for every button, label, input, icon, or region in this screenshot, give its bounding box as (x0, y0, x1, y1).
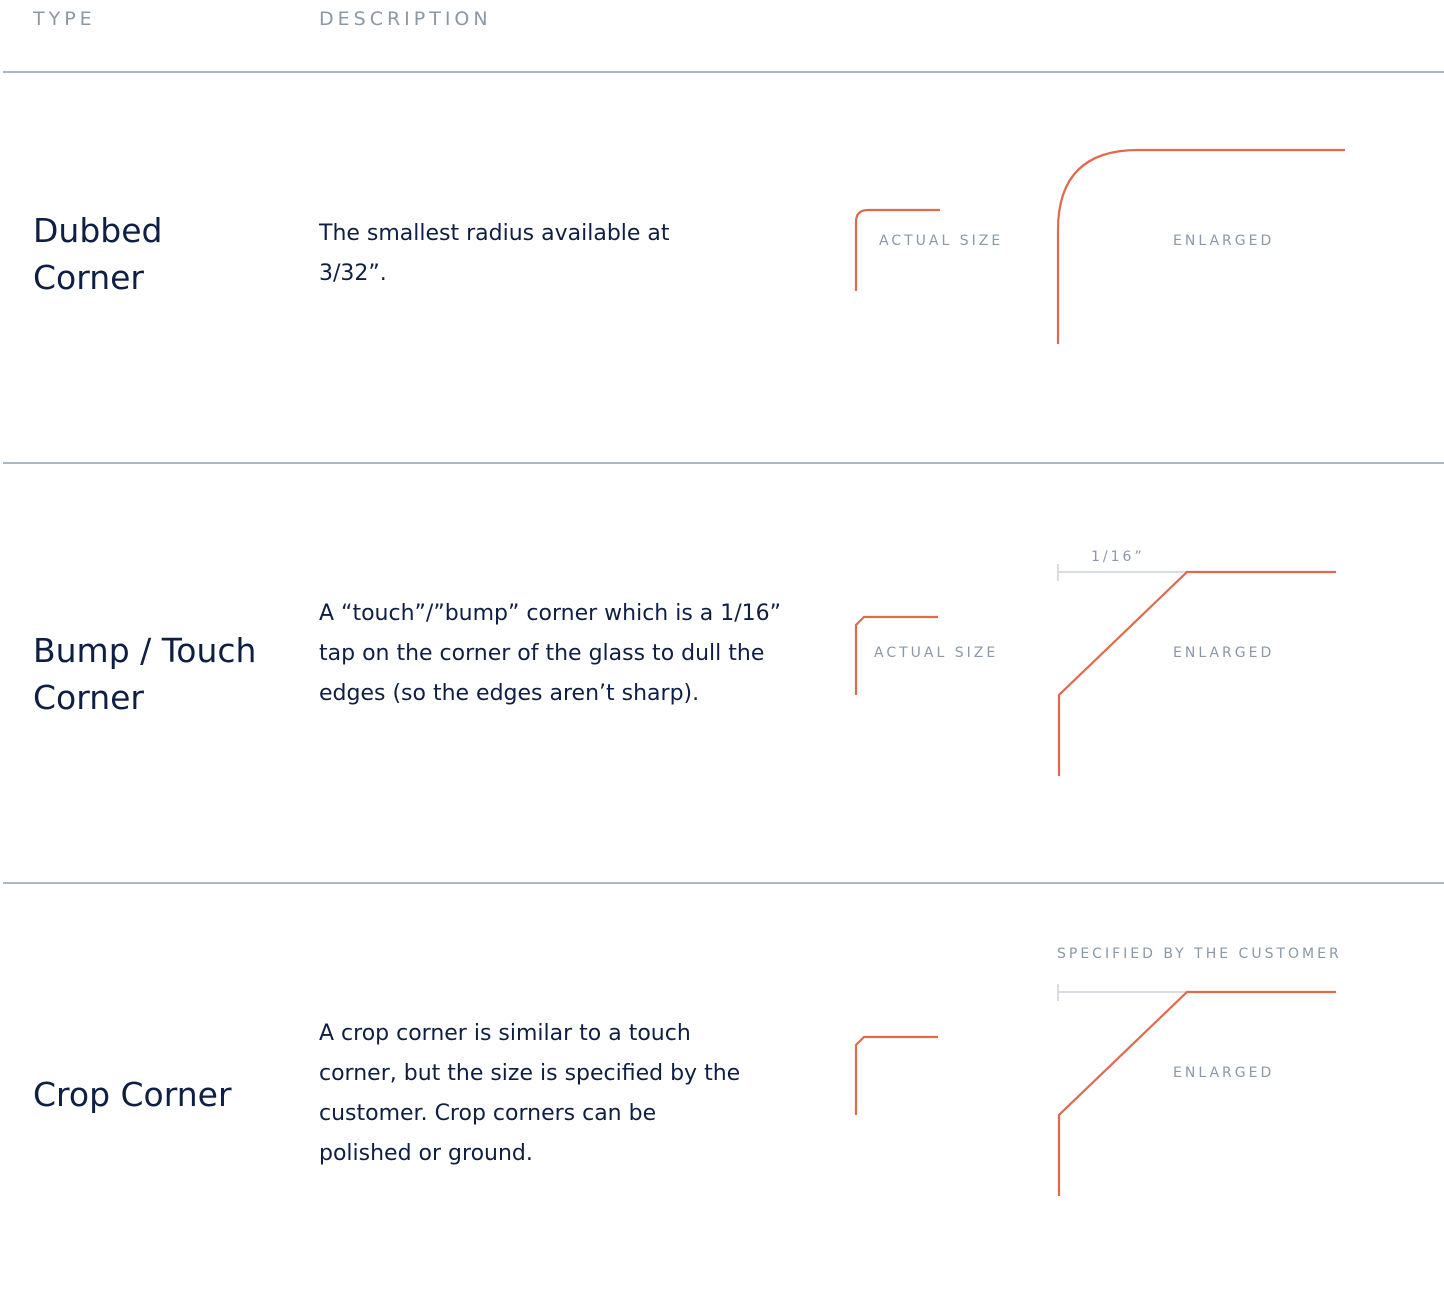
crop-dimension-line (1057, 984, 1187, 1001)
type-name-line-2: Corner (33, 258, 145, 297)
actual-size-label-bump: ACTUAL SIZE (874, 645, 999, 661)
crop-actual-size-corner (854, 1035, 938, 1115)
crop-enlarged-corner (1057, 990, 1336, 1196)
description-dubbed-corner: The smallest radius available at 3/32”. (319, 221, 670, 286)
actual-size-label-dubbed: ACTUAL SIZE (879, 233, 1004, 249)
type-name-line-2: Corner (33, 678, 145, 717)
description-bump-touch-corner: A “touch”/”bump” corner which is a 1/16”… (319, 601, 782, 706)
enlarged-label-crop: ENLARGED (1173, 1065, 1275, 1081)
divider-header (3, 71, 1444, 73)
column-header-type: TYPE (33, 8, 96, 30)
dimension-label-crop: SPECIFIED BY THE CUSTOMER (1057, 946, 1342, 962)
type-name-bump-touch-corner: Bump / Touch Corner (33, 627, 256, 721)
enlarged-label-dubbed: ENLARGED (1173, 233, 1275, 249)
enlarged-label-bump: ENLARGED (1173, 645, 1275, 661)
type-name-dubbed-corner: Dubbed Corner (33, 207, 162, 301)
divider-row-2 (3, 882, 1444, 884)
type-name-line-1: Bump / Touch (33, 631, 257, 670)
column-header-description: DESCRIPTION (319, 8, 492, 30)
divider-row-1 (3, 462, 1444, 464)
bump-enlarged-corner (1057, 570, 1336, 776)
type-name-line-1: Dubbed (33, 211, 163, 250)
description-crop-corner: A crop corner is similar to a touch corn… (319, 1021, 741, 1166)
type-name-crop-corner: Crop Corner (33, 1071, 232, 1118)
dimension-label-bump: 1/16” (1091, 549, 1145, 565)
dubbed-actual-size-corner (854, 208, 940, 291)
type-name-line-1: Crop Corner (33, 1075, 232, 1114)
bump-dimension-line (1057, 564, 1187, 581)
